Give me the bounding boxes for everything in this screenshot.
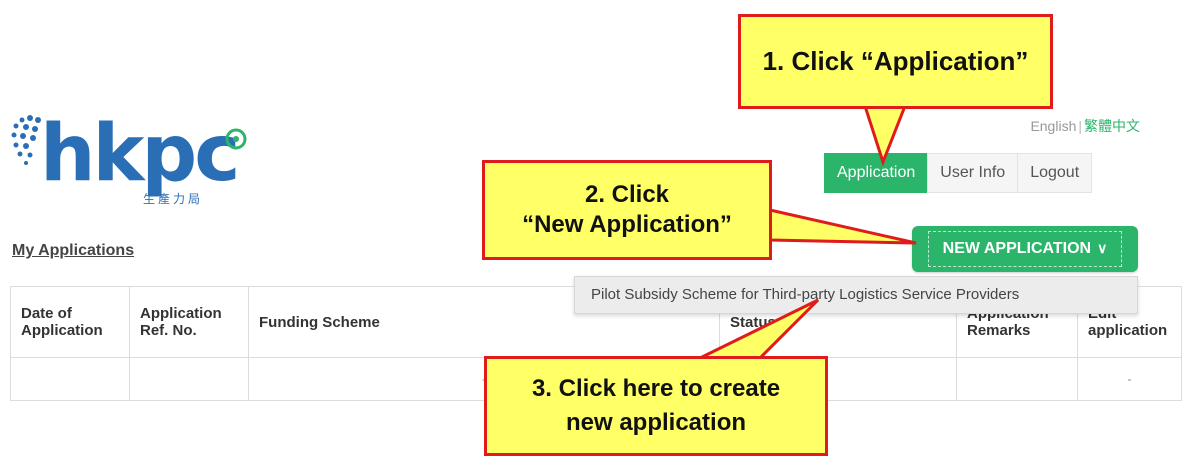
callout-step-3-line1: 3. Click here to create	[531, 375, 781, 402]
callout-step-1-text: 1. Click “Application”	[762, 46, 1029, 76]
callout-step-3-line2: new application	[565, 409, 747, 436]
callout-step-1: 1. Click “Application”	[738, 14, 1053, 109]
callout-step-2-line2: “New Application”	[522, 211, 732, 238]
callout-step-3: 3. Click here to create new application	[484, 356, 828, 456]
callout-step-2-line1: 2. Click	[584, 181, 670, 208]
callout-step-2: 2. Click “New Application”	[482, 160, 772, 260]
